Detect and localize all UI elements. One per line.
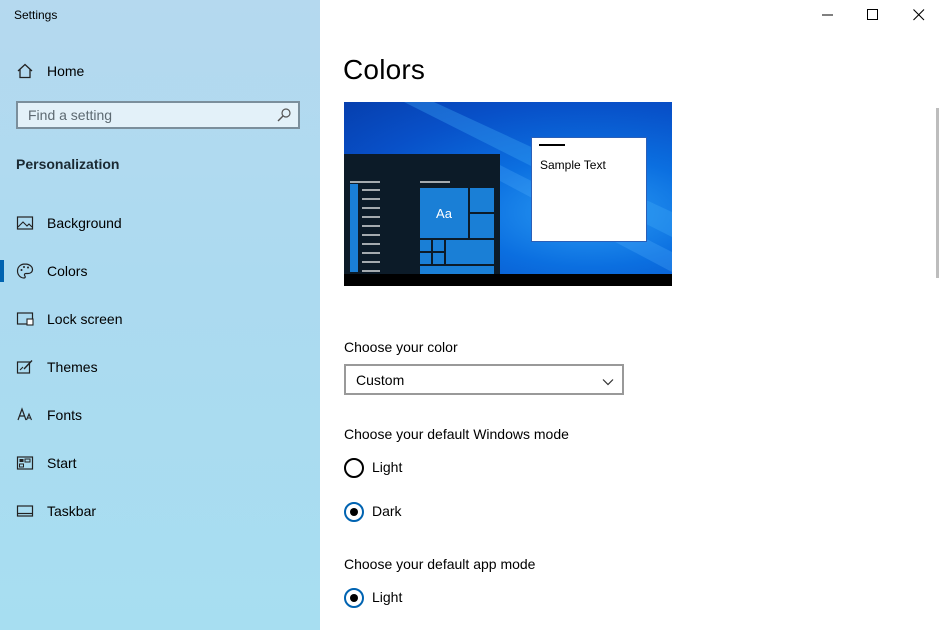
maximize-icon (867, 9, 878, 20)
sidebar: Settings Home Personalization Background… (0, 0, 320, 630)
sidebar-item-label: Themes (47, 359, 98, 375)
sidebar-item-background[interactable]: Background (0, 203, 320, 243)
home-icon (16, 62, 34, 80)
sidebar-item-start[interactable]: Start (0, 443, 320, 483)
search-icon[interactable] (276, 107, 292, 123)
radio-label: Light (372, 589, 403, 605)
sidebar-item-label: Taskbar (47, 503, 97, 519)
picture-icon (16, 214, 34, 232)
section-title: Personalization (16, 156, 120, 172)
minimize-icon (822, 14, 833, 16)
radio-circle (344, 458, 364, 478)
windows-mode-light-radio[interactable]: Light (344, 456, 544, 480)
page-title: Colors (343, 54, 426, 85)
sidebar-item-lock-screen[interactable]: Lock screen (0, 299, 320, 339)
choose-color-label: Choose your color (344, 339, 458, 355)
color-preview: Aa Sample Text (344, 102, 672, 286)
radio-label: Dark (372, 503, 402, 519)
search-input[interactable] (18, 103, 288, 127)
app-mode-light-radio[interactable]: Light (344, 586, 544, 610)
fonts-icon (16, 406, 34, 424)
nav-home[interactable]: Home (0, 54, 320, 88)
sidebar-item-label: Fonts (47, 407, 83, 423)
search-box (16, 101, 300, 129)
app-title: Settings (14, 8, 58, 22)
windows-mode-dark-radio[interactable]: Dark (344, 500, 544, 524)
tile-label: Aa (436, 206, 452, 221)
sample-text: Sample Text (540, 158, 606, 172)
start-icon (16, 454, 34, 472)
sidebar-item-themes[interactable]: Themes (0, 347, 320, 387)
nav-home-label: Home (47, 63, 85, 79)
sidebar-item-label: Colors (47, 263, 88, 279)
minimize-button[interactable] (805, 0, 851, 30)
sidebar-item-label: Lock screen (47, 311, 123, 327)
themes-icon (16, 358, 34, 376)
lock-screen-icon (16, 310, 34, 328)
sidebar-item-fonts[interactable]: Fonts (0, 395, 320, 435)
scrollbar[interactable] (936, 108, 939, 278)
chevron-down-icon (602, 374, 614, 392)
sidebar-item-colors[interactable]: Colors (0, 251, 320, 291)
app-mode-label: Choose your default app mode (344, 556, 536, 572)
sidebar-item-label: Background (47, 215, 122, 231)
close-icon (913, 9, 925, 21)
sample-window-titlebar (539, 144, 565, 146)
radio-circle (344, 588, 364, 608)
radio-label: Light (372, 459, 403, 475)
windows-mode-label: Choose your default Windows mode (344, 426, 569, 442)
choose-color-value: Custom (356, 372, 405, 388)
sidebar-item-label: Start (47, 455, 77, 471)
radio-circle (344, 502, 364, 522)
sample-window: Sample Text (531, 137, 647, 242)
close-button[interactable] (896, 0, 942, 30)
palette-icon (16, 262, 34, 280)
taskbar-icon (16, 502, 34, 520)
choose-color-dropdown[interactable]: Custom (344, 364, 624, 395)
taskbar-preview (344, 274, 672, 286)
maximize-button[interactable] (850, 0, 896, 30)
sidebar-item-taskbar[interactable]: Taskbar (0, 491, 320, 531)
